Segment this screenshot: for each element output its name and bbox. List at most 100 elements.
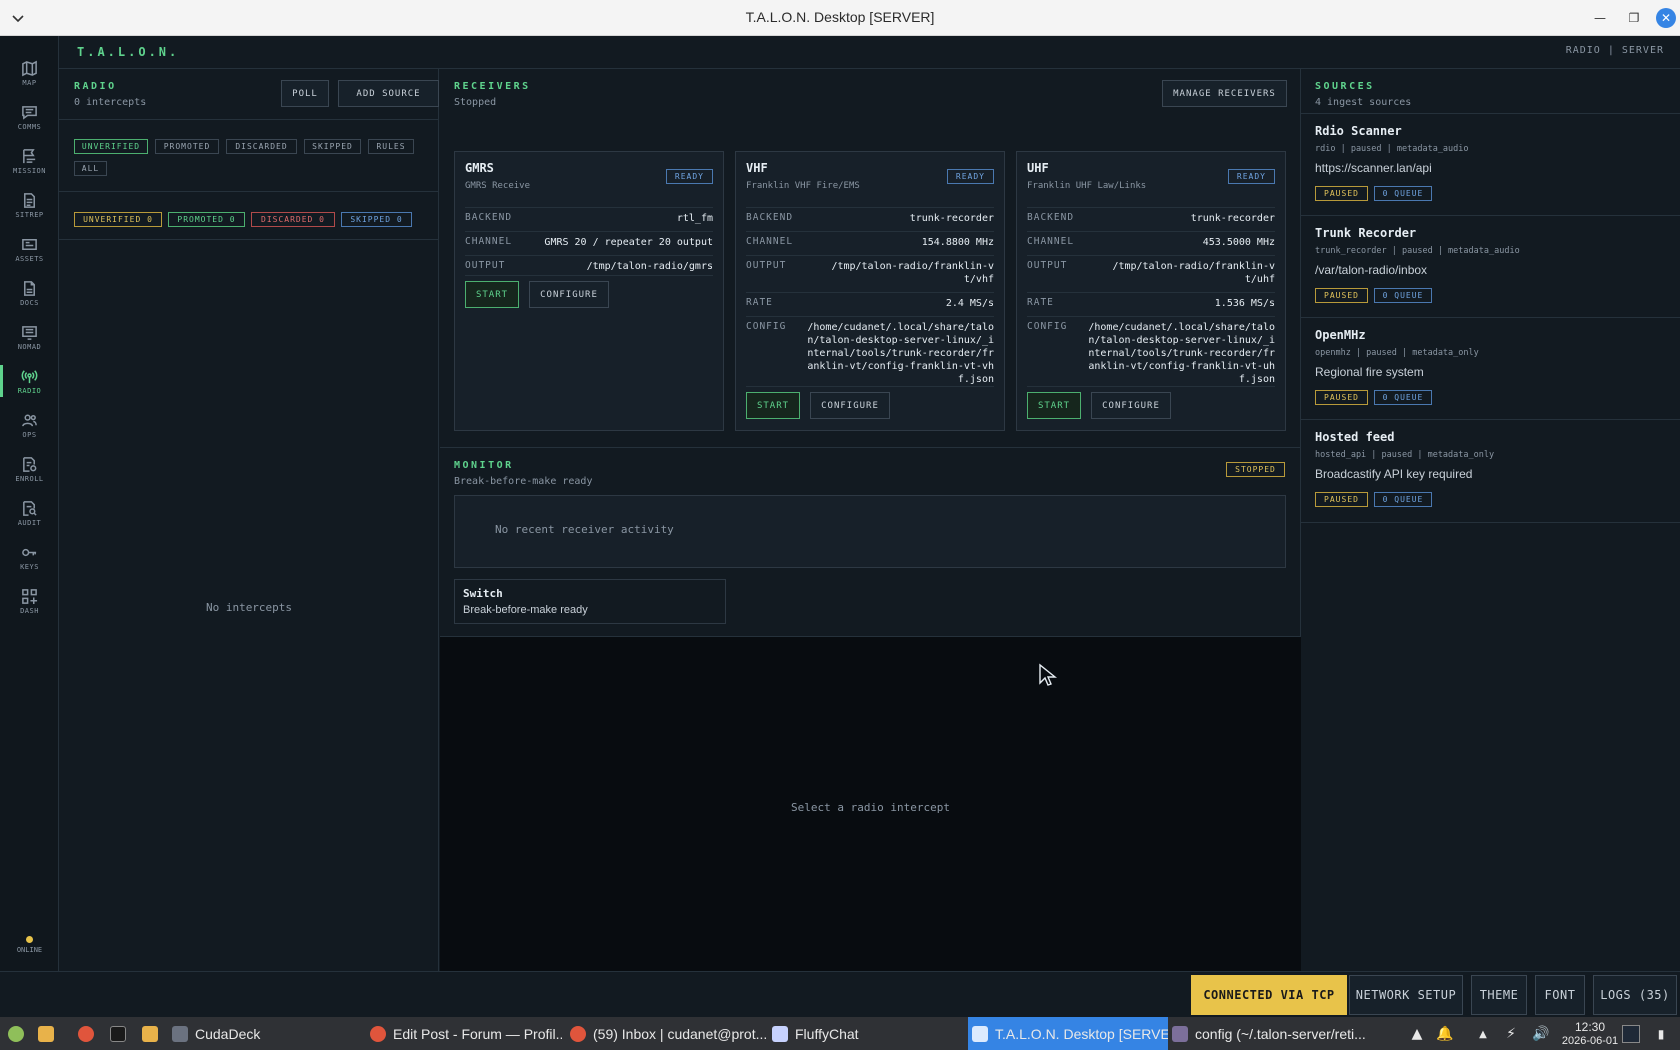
taskbar-item-active[interactable]: T.A.L.O.N. Desktop [SERVER] bbox=[968, 1017, 1168, 1050]
radio-icon bbox=[21, 369, 38, 383]
receiver-card-vhf: VHF Franklin VHF Fire/EMS READY BACKEND … bbox=[735, 151, 1005, 431]
vpn-icon[interactable]: ▲ bbox=[1408, 1025, 1426, 1043]
theme-button[interactable]: THEME bbox=[1471, 975, 1527, 1015]
start-button[interactable]: START bbox=[746, 392, 800, 419]
field-key: CHANNEL bbox=[1027, 236, 1075, 247]
nav-item-keys[interactable]: KEYS bbox=[0, 537, 59, 577]
chat-icon bbox=[22, 105, 37, 120]
battery-icon[interactable]: ▮ bbox=[1652, 1025, 1670, 1043]
receiver-name: UHF bbox=[1027, 161, 1049, 175]
field-output: OUTPUT /tmp/talon-radio/gmrs bbox=[465, 255, 713, 276]
volume-icon[interactable]: 🔊 bbox=[1532, 1025, 1550, 1043]
clock[interactable]: 12:30 2026-06-01 bbox=[1560, 1020, 1620, 1048]
taskbar-item[interactable]: Edit Post - Forum — Profil... bbox=[370, 1017, 562, 1050]
source-meta: trunk_recorder | paused | metadata_audio bbox=[1315, 246, 1520, 256]
field-value: trunk-recorder bbox=[1190, 213, 1275, 224]
field-value: /tmp/talon-radio/franklin-vt/uhf bbox=[1112, 261, 1275, 285]
source-item[interactable]: Trunk Recorder trunk_recorder | paused |… bbox=[1301, 216, 1680, 318]
nav-label: MAP bbox=[22, 78, 37, 87]
filter-unverified[interactable]: UNVERIFIED bbox=[74, 139, 148, 154]
mission-icon bbox=[23, 148, 36, 163]
activity-empty: No recent receiver activity bbox=[495, 523, 674, 536]
taskbar-item-label: Edit Post - Forum — Profil... bbox=[393, 1025, 562, 1042]
start-menu-icon[interactable] bbox=[8, 1017, 30, 1050]
nav-item-comms[interactable]: COMMS bbox=[0, 97, 59, 137]
nav-item-ops[interactable]: OPS bbox=[0, 405, 59, 445]
nav-item-mission[interactable]: MISSION bbox=[0, 141, 59, 181]
poll-button[interactable]: POLL bbox=[281, 80, 329, 107]
connected-button[interactable]: CONNECTED VIA TCP bbox=[1191, 975, 1347, 1015]
configure-button[interactable]: CONFIGURE bbox=[1091, 392, 1171, 419]
nav-item-radio[interactable]: RADIO bbox=[0, 361, 59, 401]
status-online-label: ONLINE bbox=[16, 946, 43, 954]
taskbar-item[interactable]: FluffyChat bbox=[772, 1017, 962, 1050]
source-name: Trunk Recorder bbox=[1315, 226, 1417, 240]
switch-title: Switch bbox=[463, 587, 503, 600]
filter-rules[interactable]: RULES bbox=[368, 139, 414, 154]
receivers-status: Stopped bbox=[454, 97, 497, 108]
add-source-button[interactable]: ADD SOURCE bbox=[338, 80, 439, 107]
receiver-desc: Franklin VHF Fire/EMS bbox=[746, 181, 860, 191]
files-icon[interactable] bbox=[38, 1017, 60, 1050]
sources-title: SOURCES bbox=[1315, 81, 1375, 92]
terminal-icon[interactable] bbox=[110, 1017, 132, 1050]
network-setup-button[interactable]: NETWORK SETUP bbox=[1349, 975, 1463, 1015]
count-skipped: SKIPPED 0 bbox=[341, 212, 412, 227]
source-state-badge: PAUSED bbox=[1315, 492, 1368, 507]
nav-item-docs[interactable]: DOCS bbox=[0, 273, 59, 313]
field-backend: BACKEND trunk-recorder bbox=[1027, 207, 1275, 231]
start-button[interactable]: START bbox=[1027, 392, 1081, 419]
show-desktop-icon[interactable] bbox=[1622, 1025, 1640, 1043]
filter-all[interactable]: ALL bbox=[74, 161, 107, 176]
restore-icon[interactable]: ❐ bbox=[1624, 8, 1644, 28]
nav-item-enroll[interactable]: ENROLL bbox=[0, 449, 59, 489]
source-queue-badge: 0 QUEUE bbox=[1374, 186, 1432, 201]
taskbar-item[interactable]: (59) Inbox | cudanet@prot... bbox=[570, 1017, 770, 1050]
nav-item-nomad[interactable]: NOMAD bbox=[0, 317, 59, 357]
nomad-icon bbox=[22, 325, 37, 340]
field-config: CONFIG /home/cudanet/.local/share/talon/… bbox=[1027, 316, 1275, 387]
nav-label: ENROLL bbox=[15, 474, 44, 483]
power-icon[interactable]: ⚡ bbox=[1502, 1025, 1520, 1043]
filter-skipped[interactable]: SKIPPED bbox=[304, 139, 361, 154]
online-dot-icon bbox=[26, 936, 33, 943]
folder-icon[interactable] bbox=[142, 1017, 164, 1050]
taskbar-item[interactable]: CudaDeck bbox=[172, 1017, 362, 1050]
status-badge: READY bbox=[946, 169, 994, 184]
logs-button[interactable]: LOGS (35) bbox=[1593, 975, 1677, 1015]
nav-item-dash[interactable]: DASH bbox=[0, 581, 59, 621]
app-icon bbox=[772, 1025, 788, 1042]
start-button[interactable]: START bbox=[465, 281, 519, 308]
manage-receivers-button[interactable]: MANAGE RECEIVERS bbox=[1162, 80, 1287, 107]
field-rate: RATE 2.4 MS/s bbox=[746, 292, 994, 316]
close-icon[interactable]: ✕ bbox=[1656, 8, 1676, 28]
browser-icon[interactable] bbox=[78, 1017, 100, 1050]
assets-icon bbox=[22, 238, 37, 250]
notifications-icon[interactable]: 🔔 bbox=[1436, 1025, 1454, 1043]
nav-item-assets[interactable]: ASSETS bbox=[0, 229, 59, 269]
filter-discarded[interactable]: DISCARDED bbox=[226, 139, 297, 154]
font-button[interactable]: FONT bbox=[1535, 975, 1585, 1015]
brand-title: T.A.L.O.N. bbox=[77, 45, 180, 59]
minimize-icon[interactable]: — bbox=[1590, 8, 1610, 28]
nav-item-sitrep[interactable]: SITREP bbox=[0, 185, 59, 225]
filter-promoted[interactable]: PROMOTED bbox=[155, 139, 219, 154]
configure-button[interactable]: CONFIGURE bbox=[810, 392, 890, 419]
field-key: OUTPUT bbox=[465, 260, 506, 271]
receivers-title: RECEIVERS bbox=[454, 81, 531, 92]
monitor-subtitle: Break-before-make ready bbox=[454, 476, 593, 487]
source-item[interactable]: OpenMHz openmhz | paused | metadata_only… bbox=[1301, 318, 1680, 420]
app-icon bbox=[370, 1025, 386, 1042]
source-meta: openmhz | paused | metadata_only bbox=[1315, 348, 1479, 358]
network-icon[interactable]: ▲ bbox=[1474, 1025, 1492, 1043]
switch-card[interactable]: Switch Break-before-make ready bbox=[454, 579, 726, 624]
switch-subtitle: Break-before-make ready bbox=[463, 604, 588, 616]
source-item[interactable]: Rdio Scanner rdio | paused | metadata_au… bbox=[1301, 114, 1680, 216]
receiver-name: GMRS bbox=[465, 161, 494, 175]
configure-button[interactable]: CONFIGURE bbox=[529, 281, 609, 308]
receiver-desc: GMRS Receive bbox=[465, 181, 531, 191]
source-item[interactable]: Hosted feed hosted_api | paused | metada… bbox=[1301, 420, 1680, 523]
taskbar-item[interactable]: config (~/.talon-server/reti... bbox=[1172, 1017, 1372, 1050]
nav-item-audit[interactable]: AUDIT bbox=[0, 493, 59, 533]
nav-item-map[interactable]: MAP bbox=[0, 53, 59, 93]
